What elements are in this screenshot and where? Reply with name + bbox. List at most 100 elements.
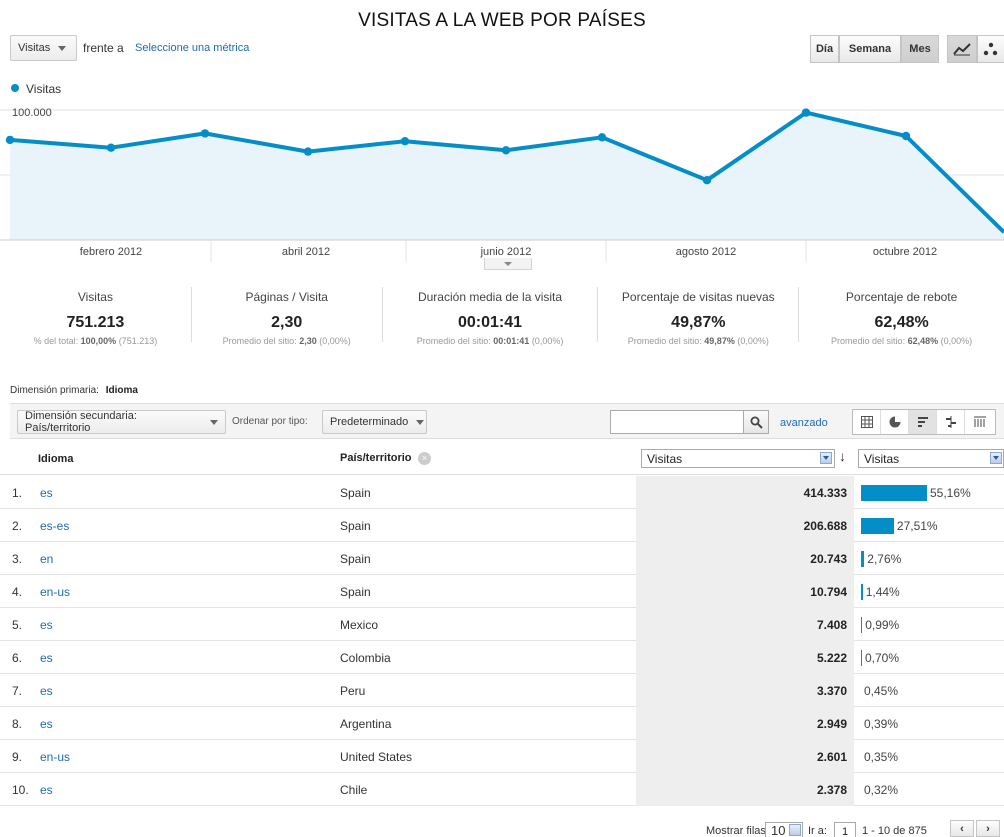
- idioma-link[interactable]: en-us: [40, 575, 70, 608]
- data-point[interactable]: [597, 133, 607, 142]
- visits-cell: 2.601: [636, 740, 854, 773]
- visits-cell: 2.378: [636, 773, 854, 806]
- summary-label: Páginas / Visita: [245, 290, 328, 304]
- idioma-link[interactable]: es-es: [40, 509, 69, 542]
- sort-select[interactable]: Predeterminado: [322, 410, 427, 434]
- share-pct: 2,76%: [867, 551, 902, 566]
- row-index: 9.: [12, 749, 23, 764]
- share-pct: 0,70%: [865, 650, 900, 665]
- data-point[interactable]: [801, 108, 811, 117]
- share-bar: [861, 583, 863, 600]
- idioma-link[interactable]: es: [40, 608, 53, 641]
- goto-label: Ir a:: [808, 825, 827, 837]
- compare-view-button[interactable]: [937, 410, 965, 434]
- pais-cell: Chile: [340, 782, 368, 797]
- metric-select-2-label: Visitas: [864, 451, 900, 466]
- search-button[interactable]: [744, 410, 769, 434]
- table-row: 2. es-es Spain 206.688 27,51%: [0, 509, 1004, 542]
- idioma-link[interactable]: es: [40, 674, 53, 707]
- search-input[interactable]: [610, 410, 744, 434]
- summary-value: 751.213: [66, 314, 125, 331]
- summary-sub: % del total: 100,00% (751.213): [33, 336, 158, 346]
- idioma-link[interactable]: es: [40, 773, 53, 806]
- summary-value: 62,48%: [874, 314, 929, 331]
- chevron-down-icon: [210, 419, 218, 425]
- visits-cell: 5.222: [636, 641, 854, 674]
- sort-value: Predeterminado: [330, 416, 409, 428]
- visits-share-cell: 2,76%: [861, 542, 1001, 575]
- summary-sub: Promedio del sitio: 49,87% (0,00%): [627, 336, 769, 346]
- sort-descending-icon[interactable]: ↓: [839, 448, 846, 464]
- data-point[interactable]: [5, 135, 15, 145]
- line-chart-button[interactable]: [947, 35, 977, 63]
- data-point[interactable]: [702, 176, 712, 185]
- search-icon: [750, 416, 763, 429]
- table-view-button[interactable]: [853, 410, 881, 434]
- metric-select-2[interactable]: Visitas: [858, 449, 1004, 468]
- secondary-dimension-label: Dimensión secundaria: País/territorio: [25, 410, 137, 434]
- idioma-link[interactable]: es: [40, 707, 53, 740]
- idioma-link[interactable]: es: [40, 641, 53, 674]
- data-point[interactable]: [501, 146, 511, 155]
- pais-cell: Colombia: [340, 650, 391, 665]
- metric-select[interactable]: Visitas: [10, 35, 77, 61]
- chevron-down-icon[interactable]: [820, 452, 832, 464]
- idioma-link[interactable]: es: [40, 476, 53, 509]
- chevron-down-icon: [58, 45, 67, 51]
- motion-chart-button[interactable]: [977, 35, 1004, 63]
- data-point[interactable]: [400, 137, 410, 146]
- x-tick-label: octubre 2012: [873, 246, 937, 258]
- x-tick-label: febrero 2012: [80, 246, 142, 258]
- pais-cell: Argentina: [340, 716, 392, 731]
- bar-view-button[interactable]: [909, 410, 937, 434]
- metric-select-1[interactable]: Visitas: [641, 449, 835, 468]
- x-tick-label: junio 2012: [480, 246, 532, 258]
- goto-page-input[interactable]: 1: [834, 822, 856, 837]
- advanced-filter-link[interactable]: avanzado: [780, 417, 828, 429]
- primary-dimension-value[interactable]: Idioma: [106, 385, 138, 396]
- chevron-down-icon[interactable]: [789, 824, 801, 836]
- compare-bars-icon: [945, 416, 956, 428]
- period-month-button[interactable]: Mes: [901, 35, 939, 63]
- share-pct: 1,44%: [865, 584, 900, 599]
- row-index: 8.: [12, 716, 23, 731]
- share-bar: [861, 616, 863, 633]
- row-index: 7.: [12, 683, 23, 698]
- data-point[interactable]: [200, 129, 210, 138]
- row-index: 1.: [12, 485, 23, 500]
- pie-view-button[interactable]: [881, 410, 909, 434]
- summary-new-visits: Porcentaje de visitas nuevas 49,87% Prom…: [598, 285, 798, 355]
- header-idioma[interactable]: Idioma: [38, 453, 73, 465]
- idioma-link[interactable]: en-us: [40, 740, 70, 773]
- data-point[interactable]: [303, 147, 313, 156]
- secondary-dimension-select[interactable]: Dimensión secundaria: País/territorio: [17, 410, 226, 434]
- visits-cell: 20.743: [636, 542, 854, 575]
- visits-share-cell: 1,44%: [861, 575, 1001, 608]
- period-week-button[interactable]: Semana: [839, 35, 901, 63]
- pivot-view-button[interactable]: [965, 410, 995, 434]
- period-day-button[interactable]: Día: [810, 35, 839, 63]
- table-row: 10. es Chile 2.378 0,32%: [0, 773, 1004, 806]
- pie-chart-icon: [889, 416, 900, 428]
- data-point[interactable]: [106, 143, 116, 152]
- idioma-link[interactable]: en: [40, 542, 53, 575]
- chevron-down-icon[interactable]: [990, 452, 1002, 464]
- row-index: 2.: [12, 518, 23, 533]
- summary-label: Visitas: [77, 290, 113, 304]
- visits-cell: 414.333: [636, 476, 854, 509]
- remove-dimension-icon[interactable]: ×: [418, 452, 431, 465]
- summary-label: Porcentaje de rebote: [845, 290, 958, 304]
- table-row: 3. en Spain 20.743 2,76%: [0, 542, 1004, 575]
- summary-label: Porcentaje de visitas nuevas: [621, 290, 775, 304]
- data-point[interactable]: [901, 131, 911, 141]
- select-metric-link[interactable]: Seleccione una métrica: [135, 42, 249, 54]
- visits-share-cell: 0,39%: [861, 707, 1001, 740]
- chart-toggle-handle[interactable]: [484, 258, 532, 270]
- next-page-button[interactable]: ›: [976, 820, 1000, 837]
- share-pct: 0,35%: [864, 749, 899, 764]
- metric-select-label: Visitas: [18, 42, 51, 54]
- y-tick-label: 100.000: [12, 107, 52, 119]
- visits-cell: 10.794: [636, 575, 854, 608]
- prev-page-button[interactable]: ‹: [950, 820, 974, 837]
- header-pais[interactable]: País/territorio: [340, 452, 412, 464]
